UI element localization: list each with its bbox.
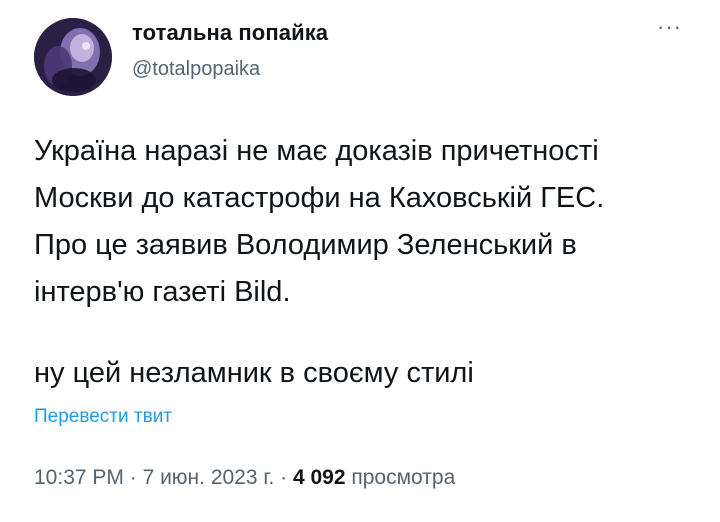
- tweet-text: Україна наразі не має доказів причетност…: [34, 135, 605, 308]
- author-display-name[interactable]: тотальна попайка: [132, 20, 328, 46]
- author-handle[interactable]: @totalpopaika: [132, 58, 260, 81]
- tweet-time[interactable]: 10:37 PM: [34, 466, 124, 489]
- tweet-date[interactable]: 7 июн. 2023 г.: [143, 466, 275, 489]
- meta-separator: ·: [274, 466, 293, 489]
- avatar[interactable]: [34, 18, 112, 96]
- meta-separator: ·: [123, 466, 143, 489]
- avatar-image-icon: [34, 18, 112, 96]
- tweet-card: тотальна попайка @totalpopaika ··· Украї…: [0, 0, 720, 522]
- tweet-meta: 10:37 PM · 7 июн. 2023 г. · 4 092 просмо…: [34, 466, 455, 490]
- more-options-icon[interactable]: ···: [657, 14, 682, 40]
- translate-tweet-link[interactable]: Перевести твит: [34, 406, 172, 428]
- tweet-comment: ну цей незламник в своєму стилі: [34, 357, 474, 389]
- views-count[interactable]: 4 092: [293, 466, 346, 489]
- views-label: просмотра: [345, 466, 456, 489]
